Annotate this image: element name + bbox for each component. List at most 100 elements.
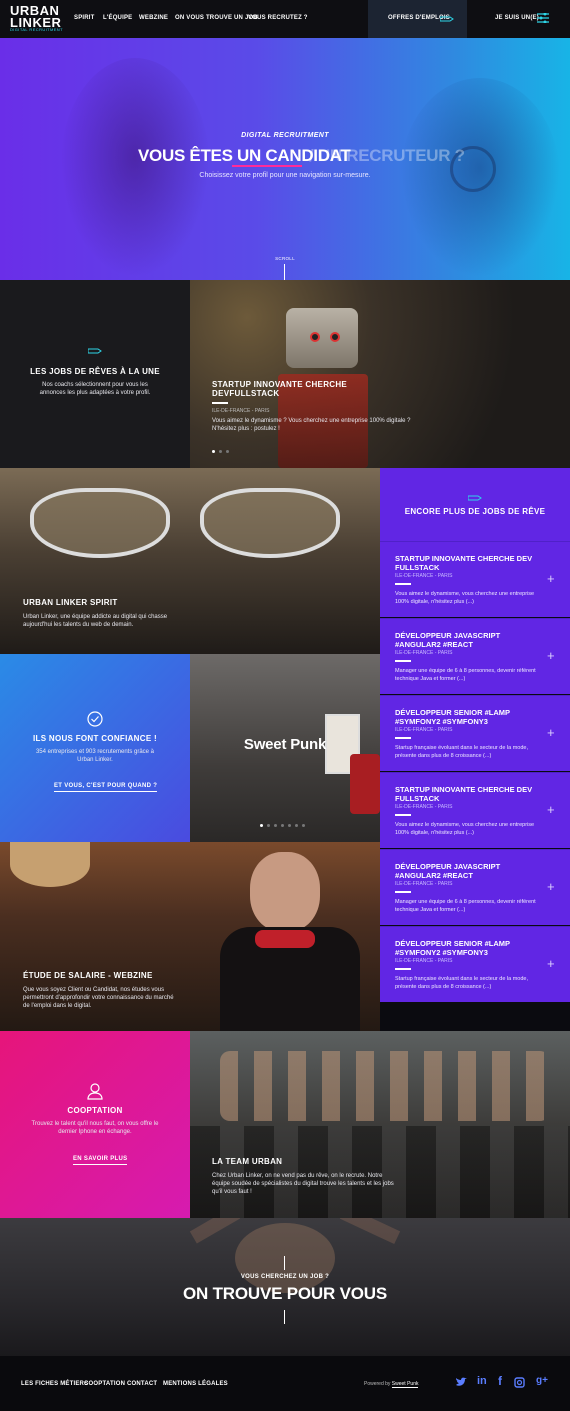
job-card[interactable]: DÉVELOPPEUR JAVASCRIPT #ANGULAR2 #REACT I… bbox=[380, 618, 570, 694]
job-card[interactable]: DÉVELOPPEUR JAVASCRIPT #ANGULAR2 #REACT I… bbox=[380, 849, 570, 925]
lamp-image bbox=[10, 842, 90, 887]
job-underline bbox=[395, 891, 411, 893]
plus-icon[interactable]: + bbox=[547, 726, 555, 739]
trust-title: ILS NOUS FONT CONFIANCE ! bbox=[33, 734, 157, 743]
job-location: ILE-DE-FRANCE - PARIS bbox=[395, 573, 453, 579]
cooptation-text: Trouvez le talent qu'il nous faut, on vo… bbox=[31, 1121, 159, 1135]
trust-panel: ILS NOUS FONT CONFIANCE ! 354 entreprise… bbox=[0, 654, 190, 842]
plus-icon[interactable]: + bbox=[547, 572, 555, 585]
powered-by: Powered by Sweet Punk bbox=[364, 1381, 419, 1388]
nav-spirit[interactable]: SPIRIT bbox=[74, 15, 95, 21]
slide-location: ILE-DE-FRANCE - PARIS bbox=[212, 408, 270, 414]
robot-eye bbox=[310, 332, 320, 342]
facebook-icon[interactable]: f bbox=[498, 1374, 502, 1388]
plus-icon[interactable]: + bbox=[547, 649, 555, 662]
scroll-label[interactable]: SCROLL bbox=[0, 256, 570, 261]
spirit-panel[interactable]: URBAN LINKER SPIRIT Urban Linker, une éq… bbox=[0, 468, 380, 654]
arm-left-image bbox=[189, 1218, 241, 1244]
pencil-icon bbox=[440, 16, 454, 22]
robot-eye bbox=[330, 332, 340, 342]
cheering-man-image bbox=[235, 1223, 335, 1293]
dream-jobs-title: LES JOBS DE RÊVES À LA UNE bbox=[30, 367, 160, 376]
job-title[interactable]: DÉVELOPPEUR JAVASCRIPT #ANGULAR2 #REACT bbox=[395, 631, 545, 649]
salary-title: ÉTUDE DE SALAIRE - WEBZINE bbox=[23, 971, 153, 980]
plus-icon[interactable]: + bbox=[547, 880, 555, 893]
job-title[interactable]: DÉVELOPPEUR JAVASCRIPT #ANGULAR2 #REACT bbox=[395, 862, 545, 880]
job-title[interactable]: STARTUP INNOVANTE CHERCHE DEV FULLSTACK bbox=[395, 785, 545, 803]
job-underline bbox=[395, 814, 411, 816]
slider-dots[interactable] bbox=[260, 814, 309, 832]
scroll-line bbox=[284, 264, 285, 280]
user-icon bbox=[87, 1083, 103, 1100]
job-description: Manager une équipe de 6 à 8 personnes, d… bbox=[395, 899, 536, 913]
salary-panel[interactable]: ÉTUDE DE SALAIRE - WEBZINE Que vous soye… bbox=[0, 842, 380, 1031]
trust-link[interactable]: ET VOUS, C'EST POUR QUAND ? bbox=[54, 783, 158, 792]
menu-icon[interactable] bbox=[537, 13, 549, 23]
cooptation-title: COOPTATION bbox=[67, 1106, 123, 1115]
job-underline bbox=[395, 583, 411, 585]
dream-job-slide[interactable]: STARTUP INNOVANTE CHERCHE DEVFULLSTACK I… bbox=[190, 280, 570, 468]
trust-text: 354 entreprises et 903 recrutements grâc… bbox=[35, 749, 155, 763]
job-card[interactable]: DÉVELOPPEUR SENIOR #LAMP #SYMFONY2 #SYMF… bbox=[380, 926, 570, 1002]
cta-title[interactable]: ON TROUVE POUR VOUS bbox=[0, 1284, 570, 1304]
job-title[interactable]: STARTUP INNOVANTE CHERCHE DEV FULLSTACK bbox=[395, 554, 545, 572]
job-card[interactable]: DÉVELOPPEUR SENIOR #LAMP #SYMFONY2 #SYMF… bbox=[380, 695, 570, 771]
slide-title[interactable]: STARTUP INNOVANTE CHERCHE DEVFULLSTACK bbox=[212, 380, 352, 398]
recruiter-title[interactable]: / UN RECRUTEUR ? bbox=[309, 146, 465, 166]
job-description: Manager une équipe de 6 à 8 personnes, d… bbox=[395, 668, 536, 682]
cta-kicker: VOUS CHERCHEZ UN JOB ? bbox=[240, 1274, 330, 1280]
hero-kicker: DIGITAL RECRUITMENT bbox=[241, 132, 329, 139]
linkedin-icon[interactable]: in bbox=[477, 1375, 487, 1387]
nav-recrutez[interactable]: VOUS RECRUTEZ ? bbox=[248, 15, 308, 21]
salary-text: Que vous soyez Client ou Candidat, nos é… bbox=[23, 987, 174, 1009]
cta-banner[interactable]: VOUS CHERCHEZ UN JOB ? ON TROUVE POUR VO… bbox=[0, 1218, 570, 1356]
job-location: ILE-DE-FRANCE - PARIS bbox=[395, 804, 453, 810]
instagram-icon[interactable] bbox=[514, 1377, 525, 1388]
plus-icon[interactable]: + bbox=[547, 957, 555, 970]
sunglass-left bbox=[30, 488, 170, 558]
slide-text: Vous aimez le dynamisme ? Vous cherchez … bbox=[212, 418, 411, 432]
nav-equipe[interactable]: L'ÉQUIPE bbox=[103, 15, 132, 21]
nav-webzine[interactable]: WEBZINE bbox=[139, 15, 168, 21]
jobs-offers-button[interactable]: OFFRES D'EMPLOIS bbox=[368, 0, 467, 38]
slider-dots[interactable] bbox=[212, 440, 233, 458]
job-card[interactable]: STARTUP INNOVANTE CHERCHE DEV FULLSTACK I… bbox=[380, 772, 570, 848]
team-panel[interactable]: LA TEAM URBAN Chez Urban Linker, on ne v… bbox=[190, 1031, 570, 1218]
plus-icon[interactable]: + bbox=[547, 803, 555, 816]
more-jobs-header: ENCORE PLUS DE JOBS DE RÊVE bbox=[380, 468, 570, 541]
footer-link-mentions[interactable]: MENTIONS LÉGALES bbox=[163, 1381, 228, 1387]
client-logo: Sweet Punk bbox=[243, 736, 327, 753]
hero-subtitle: Choisissez votre profil pour une navigat… bbox=[199, 172, 371, 179]
job-description: Vous aimez le dynamisme, vous cherchez u… bbox=[395, 591, 535, 605]
job-location: ILE-DE-FRANCE - PARIS bbox=[395, 727, 453, 733]
footer-link-fiches[interactable]: LES FICHES MÉTIERS bbox=[21, 1381, 88, 1387]
profile-label[interactable]: JE SUIS UN(E) bbox=[495, 15, 539, 21]
job-title[interactable]: DÉVELOPPEUR SENIOR #LAMP #SYMFONY2 #SYMF… bbox=[395, 939, 545, 957]
nav-job[interactable]: ON VOUS TROUVE UN JOB bbox=[175, 15, 258, 21]
client-slide[interactable]: Sweet Punk bbox=[190, 654, 380, 842]
spirit-title: URBAN LINKER SPIRIT bbox=[23, 598, 118, 607]
footer-link-contact[interactable]: CONTACT bbox=[127, 1381, 157, 1387]
google-plus-icon[interactable]: g+ bbox=[536, 1375, 548, 1386]
job-location: ILE-DE-FRANCE - PARIS bbox=[395, 650, 453, 656]
job-title[interactable]: DÉVELOPPEUR SENIOR #LAMP #SYMFONY2 #SYMF… bbox=[395, 708, 545, 726]
powered-by-link[interactable]: Sweet Punk bbox=[391, 1381, 419, 1388]
active-underline bbox=[232, 165, 302, 167]
man-face-image bbox=[250, 852, 320, 932]
fridge-image bbox=[350, 754, 380, 814]
cta-line-bottom bbox=[284, 1310, 285, 1324]
pencil-icon bbox=[468, 495, 482, 501]
dream-jobs-text: Nos coachs sélectionnent pour vous les a… bbox=[39, 382, 151, 396]
footer-link-cooptation[interactable]: COOPTATION bbox=[84, 1381, 125, 1387]
job-card[interactable]: STARTUP INNOVANTE CHERCHE DEV FULLSTACK I… bbox=[380, 541, 570, 617]
job-underline bbox=[395, 968, 411, 970]
pencil-icon bbox=[88, 348, 102, 354]
hero-portrait-left bbox=[60, 58, 210, 278]
arm-right-image bbox=[339, 1218, 401, 1245]
twitter-icon[interactable] bbox=[455, 1377, 467, 1387]
site-header: URBAN LINKER DIGITAL RECRUITMENT SPIRIT … bbox=[0, 0, 570, 38]
logo-tagline: DIGITAL RECRUITMENT bbox=[10, 27, 63, 32]
spirit-text: Urban Linker, une équipe addicte au digi… bbox=[23, 614, 168, 628]
logo[interactable]: URBAN LINKER bbox=[10, 4, 61, 29]
cooptation-link[interactable]: EN SAVOIR PLUS bbox=[73, 1156, 128, 1165]
